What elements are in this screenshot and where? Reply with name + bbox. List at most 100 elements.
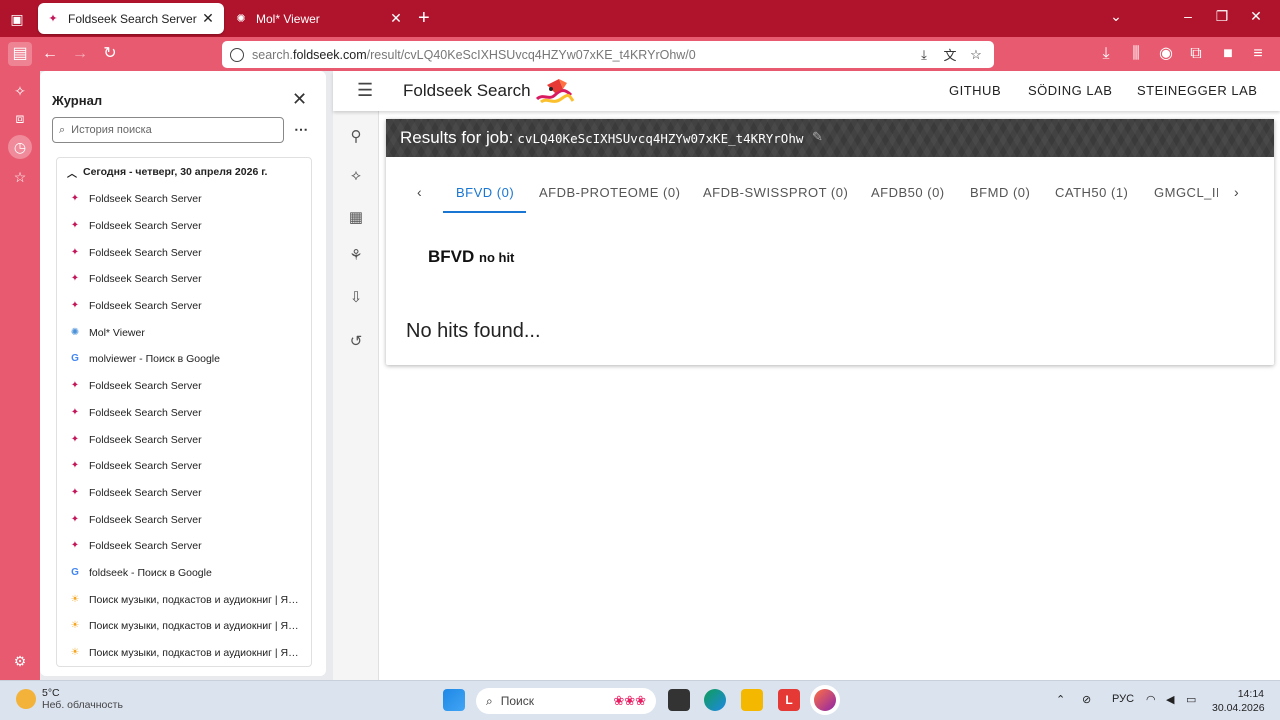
list-all-tabs-icon[interactable]: ▣ (6, 8, 28, 30)
mic-off-icon[interactable]: ⊘ (1082, 693, 1091, 706)
tab-bfmd[interactable]: BFMD (0) (970, 185, 1030, 200)
foldseek-favicon-icon: ✦ (70, 273, 80, 285)
history-item[interactable]: ✦ Foldseek Search Server (57, 373, 311, 400)
history-item[interactable]: ✦ Foldseek Search Server (57, 266, 311, 293)
history-item[interactable]: ✦ Foldseek Search Server (57, 533, 311, 560)
tab-gmgcl[interactable]: GMGCL_ID (1154, 185, 1218, 200)
task-view-icon[interactable] (668, 689, 690, 711)
search-structure-icon[interactable]: ⚲ (345, 126, 367, 148)
save-page-icon[interactable]: ⤓ (914, 47, 934, 63)
sidebar-toggle-button[interactable]: ▤ (8, 42, 32, 66)
foldseek-favicon-icon: ✦ (70, 540, 80, 552)
download-file-icon[interactable]: ⇩ (345, 287, 367, 309)
history-item[interactable]: ✺ Mol* Viewer (57, 319, 311, 346)
url-text[interactable]: search.foldseek.com/result/cvLQ40KeScIXH… (252, 48, 908, 62)
tab-cath50[interactable]: CATH50 (1) (1055, 185, 1128, 200)
tab-afdb-proteome[interactable]: AFDB-PROTEOME (0) (539, 185, 680, 200)
account-icon[interactable]: ◉ (1154, 42, 1178, 66)
nav-steinegger-lab[interactable]: STEINEGGER LAB (1137, 83, 1257, 98)
forward-button[interactable]: → (68, 42, 92, 66)
history-item[interactable]: ✦ Foldseek Search Server (57, 400, 311, 427)
language-indicator[interactable]: РУС (1112, 693, 1134, 705)
hamburger-menu-icon[interactable]: ☰ (357, 80, 373, 101)
system-clock[interactable]: 14:14 30.04.2026 (1212, 687, 1265, 715)
more-options-icon[interactable]: ⋯ (294, 121, 308, 138)
windows-start-icon[interactable] (443, 689, 465, 711)
history-item[interactable]: ✦ Foldseek Search Server (57, 453, 311, 480)
yandex-music-icon: ☀ (70, 647, 80, 659)
translate-icon[interactable]: 文 (940, 45, 960, 64)
tab-afdb50[interactable]: AFDB50 (0) (871, 185, 945, 200)
molstar-favicon-icon: ✺ (236, 12, 246, 25)
history-item[interactable]: ✦ Foldseek Search Server (57, 213, 311, 240)
history-item[interactable]: Gfoldseek - Поиск в Google (57, 560, 311, 587)
bookmarks-icon[interactable]: ☆ (8, 165, 32, 189)
close-tab-icon[interactable]: ✕ (388, 10, 404, 27)
lingualeo-icon[interactable]: L (778, 689, 800, 711)
history-item[interactable]: ✦ Foldseek Search Server (57, 480, 311, 507)
close-tab-icon[interactable]: ✕ (200, 10, 216, 27)
grid-icon[interactable]: ▦ (345, 207, 367, 229)
extensions-icon[interactable]: ⧉ (1184, 42, 1208, 66)
close-window-button[interactable]: ✕ (1244, 8, 1268, 25)
history-item[interactable]: ✦ Foldseek Search Server (57, 506, 311, 533)
nav-soding-lab[interactable]: SÖDING LAB (1028, 83, 1112, 98)
taskbar-search[interactable]: ⌕ Поиск ❀❀❀ (476, 688, 656, 714)
history-item[interactable]: ✦ Foldseek Search Server (57, 239, 311, 266)
new-tab-button[interactable]: + (418, 7, 430, 29)
history-search[interactable]: ⌕ (52, 117, 284, 143)
history-icon[interactable]: ◷ (8, 135, 32, 159)
library-icon[interactable]: ⫼ (1124, 42, 1148, 66)
history-item[interactable]: ☀ Поиск музыки, подкастов и аудиокниг | Я… (57, 613, 311, 640)
history-item[interactable]: ✦ Foldseek Search Server (57, 186, 311, 213)
bookmark-star-icon[interactable]: ☆ (966, 47, 986, 63)
tree-icon[interactable]: ⚘ (345, 245, 367, 267)
history-item[interactable]: Gmolviewer - Поиск в Google (57, 346, 311, 373)
volume-icon[interactable]: ◀ (1166, 693, 1174, 706)
edit-pencil-icon[interactable]: ✎ (812, 129, 823, 145)
history-item[interactable]: ✦ Foldseek Search Server (57, 293, 311, 320)
results-label: Results for job: cvLQ40KeScIXHSUvcq4HZYw0… (400, 128, 804, 147)
wifi-icon[interactable]: ◠ (1146, 693, 1156, 706)
tab-foldseek[interactable]: ✦ Foldseek Search Server ✕ (38, 3, 224, 34)
history-item-label: Foldseek Search Server (89, 380, 202, 393)
back-button[interactable]: ← (38, 42, 62, 66)
history-item[interactable]: ☀ Поиск музыки, подкастов и аудиокниг | Я… (57, 586, 311, 613)
history-item-label: Поиск музыки, подкастов и аудиокниг | Ян… (89, 620, 304, 633)
firefox-icon[interactable] (814, 689, 836, 711)
history-item[interactable]: ☀ Поиск музыки, подкастов и аудиокниг | Я… (57, 640, 311, 666)
address-bar[interactable]: search.foldseek.com/result/cvLQ40KeScIXH… (222, 41, 994, 68)
app-menu-icon[interactable]: ≡ (1246, 42, 1270, 66)
downloads-icon[interactable]: ⤓ (1094, 42, 1118, 66)
multimer-icon[interactable]: ⟡ (345, 165, 367, 187)
history-restore-icon[interactable]: ↺ (345, 331, 367, 353)
edge-browser-icon[interactable] (704, 689, 726, 711)
tab-afdb-swissprot[interactable]: AFDB-SWISSPROT (0) (703, 185, 848, 200)
battery-icon[interactable]: ▭ (1186, 693, 1196, 706)
search-icon: ⌕ (486, 693, 493, 708)
close-panel-icon[interactable]: ✕ (292, 89, 307, 110)
history-search-input[interactable] (71, 124, 262, 136)
app-brand[interactable]: Foldseek Search (403, 81, 531, 101)
settings-gear-icon[interactable]: ⚙ (8, 649, 32, 673)
weather-widget[interactable]: 5°C Неб. облачность (16, 687, 123, 711)
site-info-icon[interactable] (230, 47, 244, 62)
chevron-right-icon[interactable]: › (1234, 184, 1239, 200)
tab-molstar[interactable]: ✺ Mol* Viewer ✕ (226, 3, 412, 34)
nav-github[interactable]: GITHUB (949, 83, 1001, 98)
synced-tabs-icon[interactable]: ⧈ (8, 106, 32, 130)
tab-list-chevron-icon[interactable]: ⌄ (1104, 8, 1128, 25)
extension-green-icon[interactable]: ■ (1216, 42, 1240, 66)
maximize-button[interactable]: ❐ (1210, 8, 1234, 25)
tray-overflow-icon[interactable]: ⌃ (1056, 693, 1065, 706)
reload-button[interactable]: ↻ (98, 42, 122, 66)
weather-temp: 5°C (42, 687, 60, 699)
minimize-button[interactable]: – (1176, 8, 1200, 24)
tab-bfvd[interactable]: BFVD (0) (456, 185, 514, 200)
ai-chat-icon[interactable]: ✧ (8, 79, 32, 103)
file-explorer-icon[interactable] (741, 689, 763, 711)
history-group-today[interactable]: ︿ Сегодня - четверг, 30 апреля 2026 г. (57, 158, 311, 186)
sidebar-launcher: ✧ ⧈ ◷ ☆ ⚙ (0, 71, 40, 680)
chevron-left-icon[interactable]: ‹ (417, 184, 422, 200)
history-item[interactable]: ✦ Foldseek Search Server (57, 426, 311, 453)
